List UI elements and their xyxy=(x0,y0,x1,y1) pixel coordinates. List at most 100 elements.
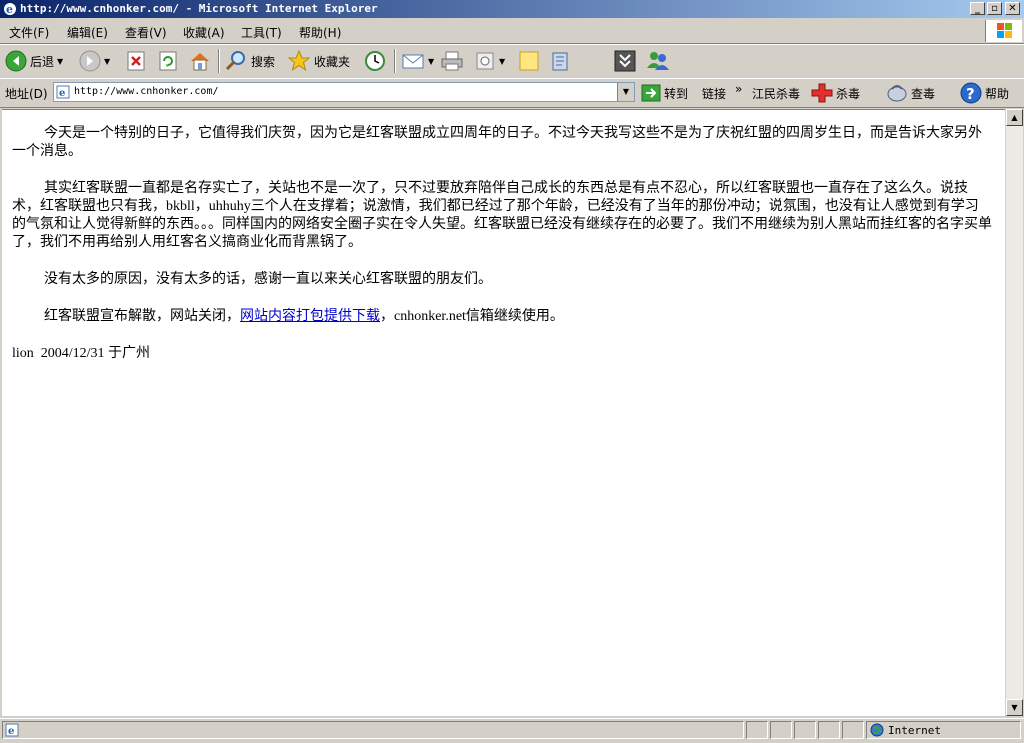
help-question-icon: ? xyxy=(960,82,982,104)
scan-virus-button[interactable]: 查毒 xyxy=(886,83,935,103)
zone-label: Internet xyxy=(888,723,941,737)
toolbar-separator xyxy=(394,49,396,73)
help-button[interactable]: ? 帮助 xyxy=(960,82,1010,104)
jiangmin-label: 江民杀毒 xyxy=(752,86,801,101)
favorites-label: 收藏夹 xyxy=(314,54,351,69)
home-icon xyxy=(191,53,209,71)
edit-dropdown-icon[interactable]: ▼ xyxy=(499,57,505,66)
edit-button[interactable]: ▼ xyxy=(474,49,505,73)
history-icon xyxy=(365,51,385,71)
edit-page-icon xyxy=(476,52,494,70)
links-chevron[interactable]: » xyxy=(735,79,742,99)
links-label: 链接 xyxy=(702,86,727,101)
scroll-up-button[interactable]: ▲ xyxy=(1006,109,1023,126)
forward-dropdown-icon[interactable]: ▼ xyxy=(104,57,110,66)
menu-favorites[interactable]: 收藏(A) xyxy=(183,24,225,41)
address-url: http://www.cnhonker.com/ xyxy=(74,86,219,97)
search-icon xyxy=(225,51,245,71)
scan-icon xyxy=(887,85,907,102)
research-button[interactable] xyxy=(549,49,573,73)
svg-text:e: e xyxy=(59,88,65,99)
refresh-button[interactable] xyxy=(157,49,179,73)
page-status-icon: e xyxy=(5,723,19,737)
windows-logo xyxy=(985,20,1022,42)
jiangmin-link[interactable]: 江民杀毒 xyxy=(752,83,800,103)
toolbar-separator xyxy=(218,49,220,73)
vertical-scrollbar[interactable]: ▲ ▼ xyxy=(1006,109,1023,716)
download-link[interactable]: 网站内容打包提供下载 xyxy=(240,309,380,324)
search-label: 搜索 xyxy=(251,54,276,69)
paragraph-1: 今天是一个特别的日子，它值得我们庆贺，因为它是红客联盟成立四周年的日子。不过今天… xyxy=(12,126,982,159)
status-pane xyxy=(842,721,864,739)
paragraph-3: 没有太多的原因，没有太多的话，感谢一直以来关心红客联盟的朋友们。 xyxy=(44,272,492,287)
signature: lion 2004/12/31 于广州 xyxy=(12,346,151,361)
svg-text:e: e xyxy=(6,3,13,16)
back-dropdown-icon[interactable]: ▼ xyxy=(57,57,63,66)
kill-virus-label: 杀毒 xyxy=(836,86,861,101)
double-chevron-down-icon xyxy=(614,50,636,72)
mail-icon xyxy=(402,54,424,69)
svg-text:?: ? xyxy=(966,85,975,103)
address-dropdown-button[interactable]: ▼ xyxy=(617,83,634,101)
status-pane xyxy=(818,721,840,739)
back-label: 后退 xyxy=(30,54,55,69)
back-button[interactable]: 后退 ▼ xyxy=(5,49,63,73)
address-bar: 地址(D) e http://www.cnhonker.com/ ▼ 转到 链接… xyxy=(0,78,1024,108)
search-button[interactable]: 搜索 xyxy=(224,49,275,73)
help-label: 帮助 xyxy=(985,86,1010,101)
menu-tools[interactable]: 工具(T) xyxy=(241,24,282,41)
minimize-button[interactable]: _ xyxy=(970,2,985,15)
window-title: http://www.cnhonker.com/ - Microsoft Int… xyxy=(20,2,378,15)
menu-help[interactable]: 帮助(H) xyxy=(299,24,341,41)
note-icon xyxy=(519,51,539,71)
page-content: 今天是一个特别的日子，它值得我们庆贺，因为它是红客联盟成立四周年的日子。不过今天… xyxy=(2,109,1005,716)
scroll-down-button[interactable]: ▼ xyxy=(1006,699,1023,716)
security-zone: Internet xyxy=(866,721,1021,739)
history-button[interactable] xyxy=(363,49,387,73)
mail-dropdown-icon[interactable]: ▼ xyxy=(428,57,434,66)
paragraph-4-tail: ，cnhonker.net信箱继续使用。 xyxy=(380,309,564,324)
go-label: 转到 xyxy=(664,86,689,101)
stop-button[interactable] xyxy=(125,49,147,73)
mail-button[interactable]: ▼ xyxy=(401,49,434,73)
home-button[interactable] xyxy=(188,49,212,73)
print-icon xyxy=(441,51,463,71)
research-icon xyxy=(552,52,568,71)
globe-icon xyxy=(870,723,884,737)
discuss-button[interactable] xyxy=(518,49,540,73)
messenger-down-button[interactable] xyxy=(614,49,636,73)
standard-toolbar: 后退 ▼ ▼ 搜索 收藏夹 ▼ ▼ xyxy=(0,44,1024,79)
messenger-button[interactable] xyxy=(645,49,671,73)
go-arrow-icon xyxy=(641,84,661,102)
status-text-area: e xyxy=(2,721,744,739)
go-button[interactable]: 转到 xyxy=(641,83,688,103)
status-pane xyxy=(746,721,768,739)
back-arrow-icon xyxy=(5,50,27,72)
menu-view[interactable]: 查看(V) xyxy=(125,24,167,41)
red-cross-icon xyxy=(811,83,833,103)
links-button[interactable]: 链接 xyxy=(702,83,726,103)
print-button[interactable] xyxy=(440,49,464,73)
forward-arrow-icon xyxy=(79,50,101,72)
paragraph-2: 其实红客联盟一直都是名存实亡了，关站也不是一次了，只不过要放弃陪伴自己成长的东西… xyxy=(12,181,992,250)
address-label: 地址(D) xyxy=(5,87,48,101)
favorites-star-icon xyxy=(287,50,311,72)
close-button[interactable]: ✕ xyxy=(1005,2,1020,15)
ie-icon: e xyxy=(4,3,16,16)
menu-file[interactable]: 文件(F) xyxy=(9,24,49,41)
scan-virus-label: 查毒 xyxy=(911,86,936,101)
svg-text:e: e xyxy=(8,726,14,737)
windows-flag-icon xyxy=(997,23,1012,38)
status-pane xyxy=(794,721,816,739)
address-input[interactable]: e http://www.cnhonker.com/ ▼ xyxy=(53,82,635,102)
favorites-button[interactable]: 收藏夹 xyxy=(287,49,350,73)
status-bar: e Internet xyxy=(0,718,1024,743)
status-pane xyxy=(770,721,792,739)
paragraph-4-text: 红客联盟宣布解散，网站关闭， xyxy=(44,309,240,324)
menu-edit[interactable]: 编辑(E) xyxy=(67,24,108,41)
messenger-people-icon xyxy=(647,52,669,70)
kill-virus-button[interactable]: 杀毒 xyxy=(811,83,860,103)
refresh-icon xyxy=(159,51,177,71)
forward-button[interactable]: ▼ xyxy=(79,49,110,73)
maximize-button[interactable]: ▫ xyxy=(987,2,1002,15)
